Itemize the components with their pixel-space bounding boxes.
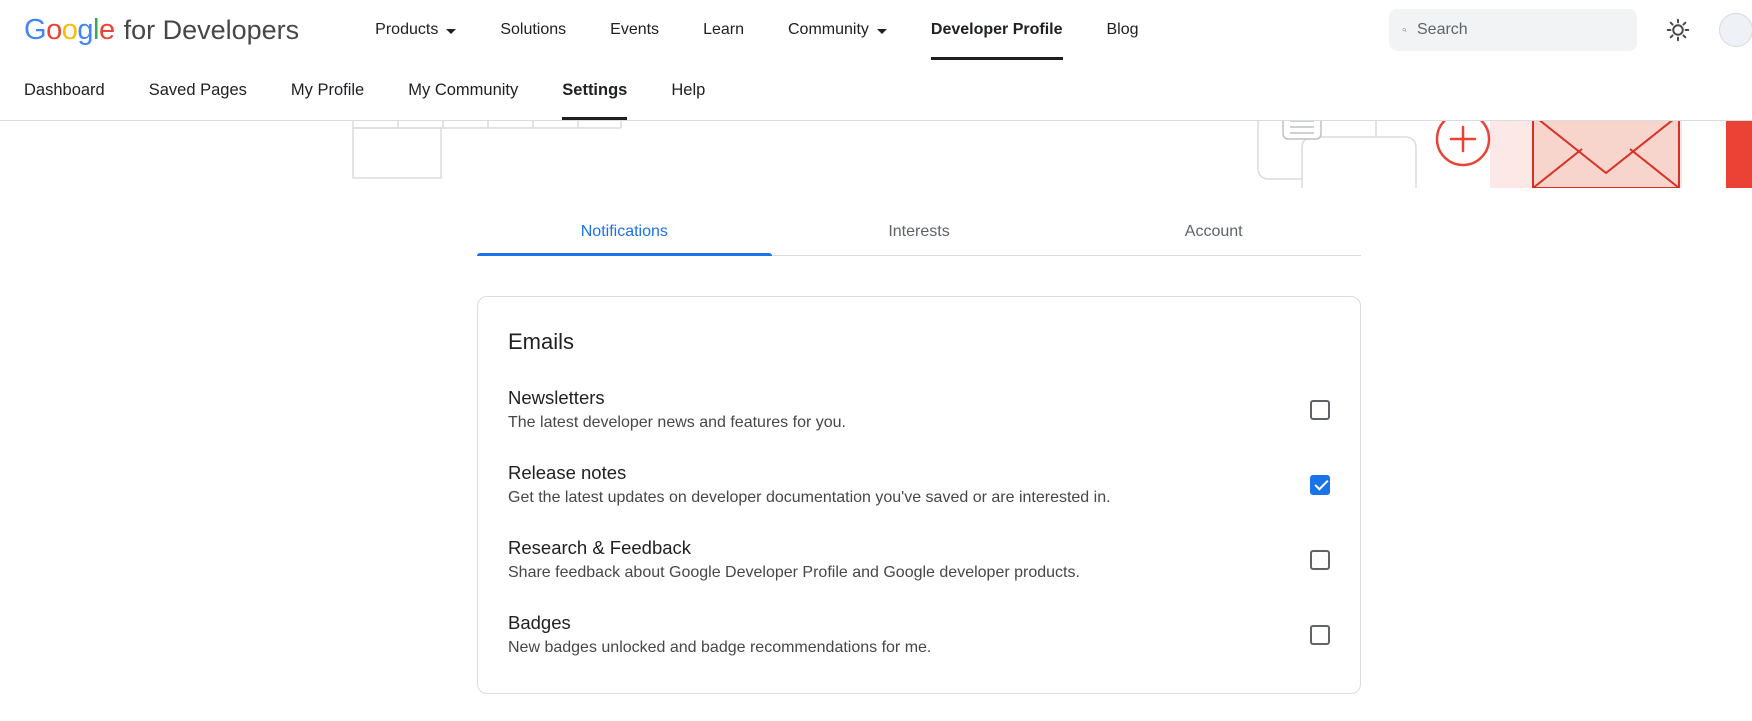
logo-suffix: for Developers — [124, 15, 300, 46]
email-setting-text: Research & Feedback Share feedback about… — [508, 537, 1080, 582]
logo-letter: g — [77, 14, 93, 46]
nav-item-developer-profile[interactable]: Developer Profile — [931, 0, 1063, 60]
nav-item-learn[interactable]: Learn — [703, 0, 744, 60]
add-circle-icon — [1437, 121, 1489, 165]
logo-letter: o — [46, 14, 62, 46]
grid-squares-decoration — [353, 121, 621, 178]
tab-account[interactable]: Account — [1066, 208, 1361, 255]
emails-card-title: Emails — [508, 329, 1330, 355]
search-icon — [1402, 20, 1407, 40]
nav-item-label: Products — [375, 21, 438, 39]
settings-tabs: Notifications Interests Account — [477, 208, 1361, 256]
document-illustration — [1258, 121, 1416, 188]
logo-letter: e — [99, 14, 115, 46]
subnav-item-settings[interactable]: Settings — [562, 60, 627, 120]
release-notes-checkbox[interactable] — [1310, 475, 1330, 495]
nav-item-events[interactable]: Events — [610, 0, 659, 60]
nav-item-label: Events — [610, 21, 659, 39]
email-setting-text: Badges New badges unlocked and badge rec… — [508, 612, 931, 657]
nav-item-label: Solutions — [500, 21, 566, 39]
logo-letter: G — [24, 14, 46, 46]
email-setting-row-release-notes: Release notes Get the latest updates on … — [508, 462, 1330, 507]
header-actions — [1389, 9, 1752, 51]
email-setting-title: Release notes — [508, 462, 1111, 484]
email-setting-row-newsletters: Newsletters The latest developer news an… — [508, 387, 1330, 432]
subnav-item-label: Settings — [562, 81, 627, 100]
subnav-item-my-community[interactable]: My Community — [408, 60, 518, 120]
nav-item-solutions[interactable]: Solutions — [500, 0, 566, 60]
subnav-item-label: My Community — [408, 81, 518, 100]
email-setting-description: New badges unlocked and badge recommenda… — [508, 639, 931, 657]
research-feedback-checkbox[interactable] — [1310, 550, 1330, 570]
email-setting-title: Badges — [508, 612, 931, 634]
email-setting-description: Share feedback about Google Developer Pr… — [508, 564, 1080, 582]
emails-card: Emails Newsletters The latest developer … — [477, 296, 1361, 694]
avatar[interactable] — [1719, 13, 1752, 47]
email-setting-description: The latest developer news and features f… — [508, 414, 846, 432]
nav-item-products[interactable]: Products — [375, 0, 456, 60]
main-nav: Products Solutions Events Learn Communit… — [375, 0, 1138, 60]
tab-label: Notifications — [581, 223, 668, 241]
top-header: Google for Developers Products Solutions… — [0, 0, 1752, 60]
nav-item-blog[interactable]: Blog — [1107, 0, 1139, 60]
subnav-item-label: Help — [671, 81, 705, 100]
nav-item-community[interactable]: Community — [788, 0, 887, 60]
banner-decoration-graphic — [0, 121, 1752, 188]
nav-item-label: Learn — [703, 21, 744, 39]
email-setting-row-research-feedback: Research & Feedback Share feedback about… — [508, 537, 1330, 582]
nav-item-label: Developer Profile — [931, 21, 1063, 39]
newsletters-checkbox[interactable] — [1310, 400, 1330, 420]
subnav-item-dashboard[interactable]: Dashboard — [24, 60, 105, 120]
chevron-down-icon — [877, 29, 887, 34]
nav-item-label: Blog — [1107, 21, 1139, 39]
badges-checkbox[interactable] — [1310, 625, 1330, 645]
subnav-item-my-profile[interactable]: My Profile — [291, 60, 364, 120]
brightness-icon — [1665, 17, 1691, 43]
tab-interests[interactable]: Interests — [772, 208, 1067, 255]
tab-label: Interests — [888, 223, 949, 241]
theme-toggle-button[interactable] — [1665, 17, 1691, 43]
subnav-item-saved-pages[interactable]: Saved Pages — [149, 60, 247, 120]
envelope-illustration — [1490, 121, 1682, 188]
email-setting-text: Newsletters The latest developer news an… — [508, 387, 846, 432]
tab-label: Account — [1185, 223, 1243, 241]
profile-subnav: Dashboard Saved Pages My Profile My Comm… — [0, 60, 1752, 121]
google-for-developers-logo[interactable]: Google for Developers — [24, 0, 299, 60]
chevron-down-icon — [446, 29, 456, 34]
email-setting-description: Get the latest updates on developer docu… — [508, 489, 1111, 507]
email-setting-title: Newsletters — [508, 387, 846, 409]
google-logo-wordmark: Google — [24, 14, 115, 47]
red-bar-decoration — [1726, 121, 1752, 188]
nav-item-label: Community — [788, 21, 869, 39]
subnav-item-label: Saved Pages — [149, 81, 247, 100]
subnav-item-label: Dashboard — [24, 81, 105, 100]
email-setting-text: Release notes Get the latest updates on … — [508, 462, 1111, 507]
search-input[interactable] — [1417, 21, 1624, 39]
email-setting-row-badges: Badges New badges unlocked and badge rec… — [508, 612, 1330, 657]
tab-notifications[interactable]: Notifications — [477, 208, 772, 255]
decorative-banner — [0, 121, 1752, 188]
email-setting-title: Research & Feedback — [508, 537, 1080, 559]
search-box[interactable] — [1389, 9, 1637, 51]
subnav-item-help[interactable]: Help — [671, 60, 705, 120]
logo-letter: o — [62, 14, 78, 46]
subnav-item-label: My Profile — [291, 81, 364, 100]
